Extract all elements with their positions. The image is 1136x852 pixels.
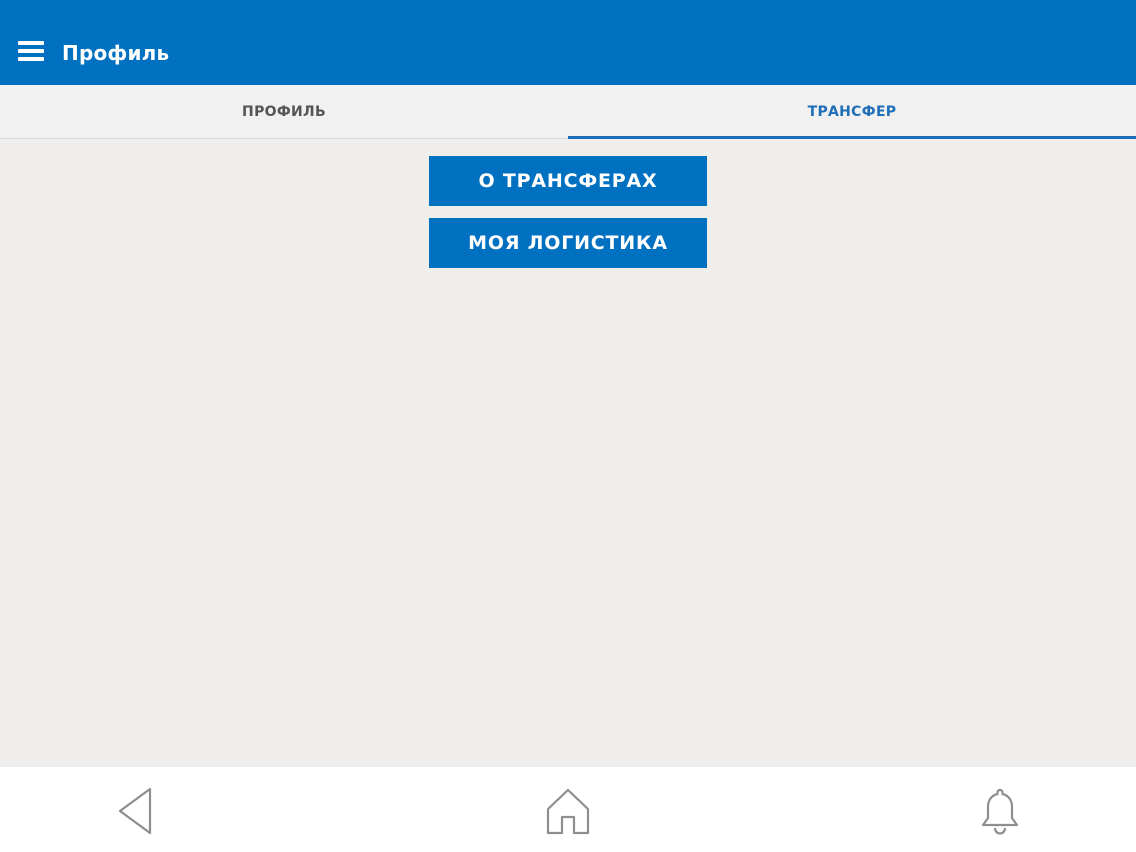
notifications-button[interactable] — [968, 781, 1032, 841]
tab-profile[interactable]: ПРОФИЛЬ — [0, 85, 568, 138]
home-button[interactable] — [536, 781, 600, 841]
app-bar: Профиль — [0, 0, 1136, 85]
back-button[interactable] — [104, 781, 168, 841]
page-title: Профиль — [62, 41, 170, 65]
my-logistics-button[interactable]: МОЯ ЛОГИСТИКА — [429, 218, 707, 268]
back-triangle-icon — [118, 787, 152, 835]
home-icon — [546, 788, 590, 835]
app-window: Профиль ПРОФИЛЬ ТРАНСФЕР О ТРАНСФЕРАХ МО… — [0, 0, 1136, 852]
tab-transfer[interactable]: ТРАНСФЕР — [568, 85, 1136, 139]
tab-bar: ПРОФИЛЬ ТРАНСФЕР — [0, 85, 1136, 139]
system-nav-bar — [0, 767, 1136, 852]
bell-icon — [981, 788, 1019, 835]
content-area: О ТРАНСФЕРАХ МОЯ ЛОГИСТИКА — [0, 139, 1136, 767]
menu-button[interactable] — [8, 28, 54, 74]
hamburger-menu-icon — [18, 41, 44, 61]
about-transfers-button[interactable]: О ТРАНСФЕРАХ — [429, 156, 707, 206]
